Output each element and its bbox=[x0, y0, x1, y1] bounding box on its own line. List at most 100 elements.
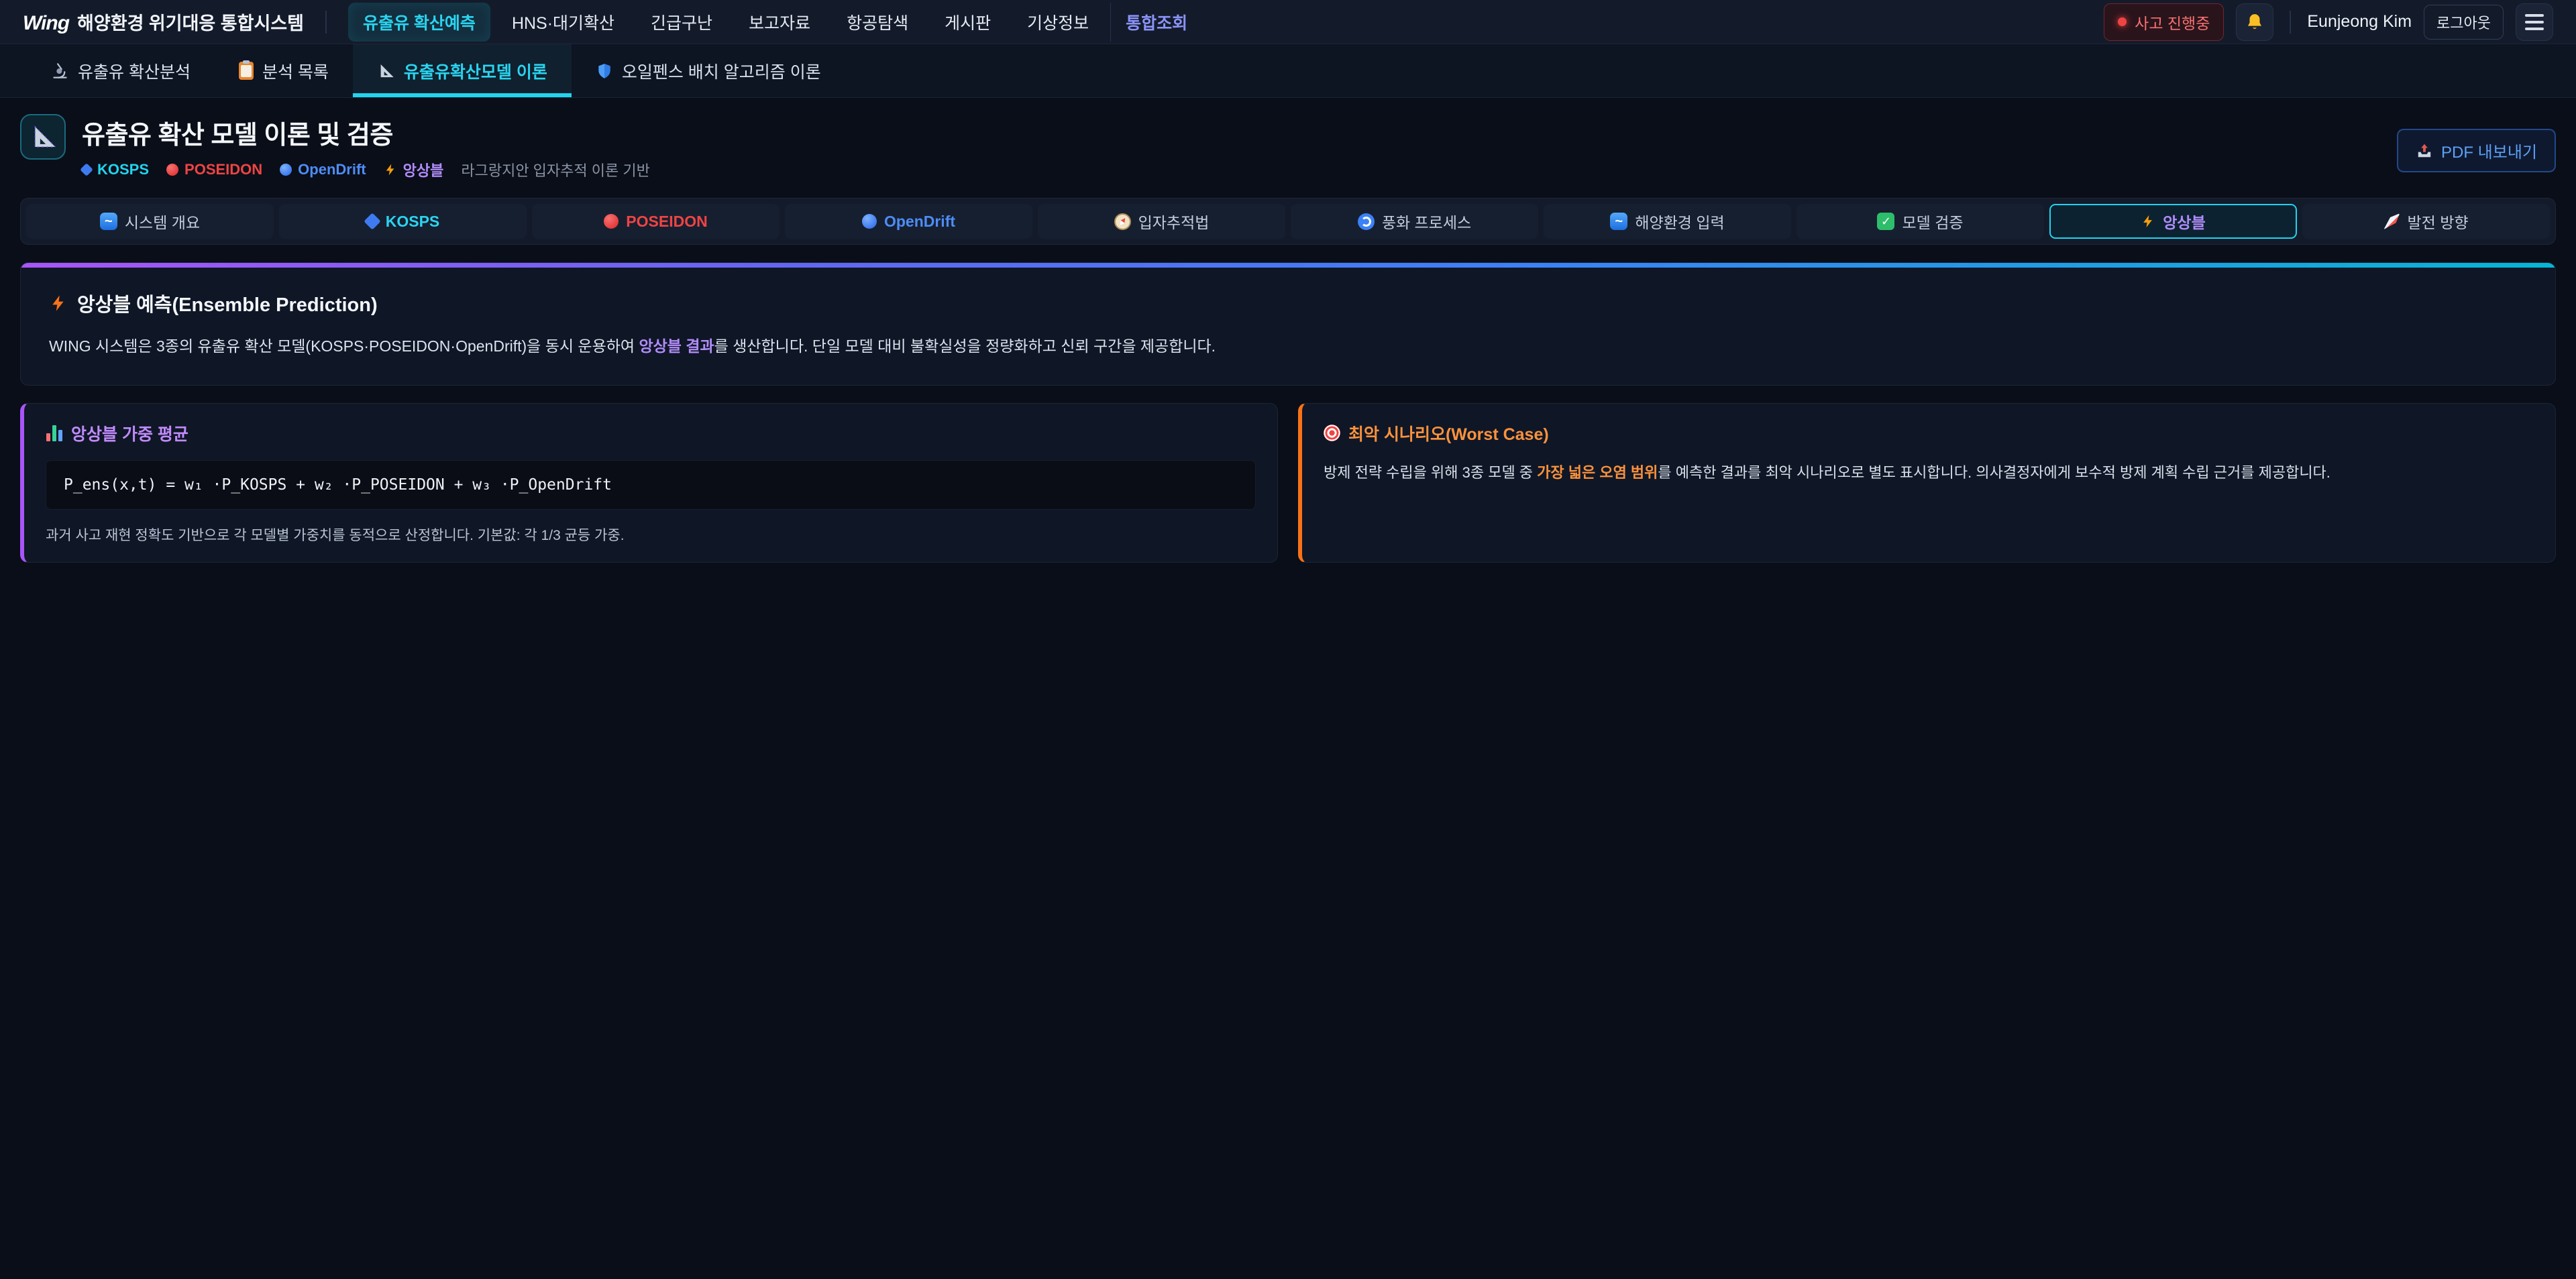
ensemble-prediction-panel: 앙상블 예측(Ensemble Prediction) WING 시스템은 3종… bbox=[20, 262, 2556, 386]
tab-oil-fence-algorithm-theory[interactable]: 오일펜스 배치 알고리즘 이론 bbox=[572, 44, 845, 97]
section-tab-label: POSEIDON bbox=[626, 213, 707, 231]
section-tab-label: KOSPS bbox=[386, 213, 440, 231]
tab-label: 분석 목록 bbox=[262, 59, 329, 83]
divider bbox=[325, 11, 327, 34]
red-circle-icon bbox=[604, 214, 619, 229]
page-subtitle: 라그랑지안 입자추적 이론 기반 bbox=[461, 159, 649, 180]
tab-spill-model-theory[interactable]: 유출유확산모델 이론 bbox=[353, 44, 572, 97]
card-title-text: 최악 시나리오(Worst Case) bbox=[1348, 421, 1549, 445]
main-nav: 유출유 확산예측 HNS·대기확산 긴급구난 보고자료 항공탐색 게시판 기상정… bbox=[348, 3, 1202, 42]
tab-label: 유출유확산모델 이론 bbox=[404, 59, 547, 83]
user-name: Eunjeong Kim bbox=[2307, 12, 2412, 32]
secondary-tab-bar: 유출유 확산분석 분석 목록 유출유확산모델 이론 오일펜스 배치 알고리즘 이… bbox=[0, 44, 2576, 98]
section-tab-label: 발전 방향 bbox=[2407, 210, 2468, 233]
section-tab-label: 앙상블 bbox=[2163, 210, 2205, 233]
tab-label: 오일펜스 배치 알고리즘 이론 bbox=[622, 59, 821, 83]
section-tab-label: 모델 검증 bbox=[1902, 210, 1963, 233]
top-navbar: Wing 해양환경 위기대응 통합시스템 유출유 확산예측 HNS·대기확산 긴… bbox=[0, 0, 2576, 44]
section-tab-model-validation[interactable]: ✓ 모델 검증 bbox=[1796, 204, 2044, 239]
weighted-average-card-title: 앙상블 가중 평균 bbox=[46, 421, 1256, 445]
nav-item-emergency-rescue[interactable]: 긴급구난 bbox=[636, 3, 727, 42]
badge-label: 앙상블 bbox=[403, 159, 444, 180]
section-tab-label: OpenDrift bbox=[884, 213, 955, 231]
ensemble-heading-text: 앙상블 예측(Ensemble Prediction) bbox=[77, 289, 378, 317]
blue-diamond-icon bbox=[80, 163, 93, 176]
blue-circle-icon bbox=[280, 164, 292, 176]
export-tray-icon bbox=[2416, 142, 2433, 160]
divider bbox=[2290, 11, 2291, 34]
triangle-ruler-icon bbox=[377, 62, 395, 80]
worst-case-card-title: 최악 시나리오(Worst Case) bbox=[1324, 421, 2534, 445]
section-tab-opendrift[interactable]: OpenDrift bbox=[785, 204, 1032, 239]
incident-status-dot bbox=[2118, 17, 2127, 26]
section-tab-system-overview[interactable]: ~ 시스템 개요 bbox=[26, 204, 274, 239]
section-tab-weathering-process[interactable]: 풍화 프로세스 bbox=[1291, 204, 1538, 239]
wave-icon: ~ bbox=[1610, 213, 1627, 230]
app-logo: Wing 해양환경 위기대응 통합시스템 bbox=[23, 9, 304, 35]
section-tab-bar: ~ 시스템 개요 KOSPS POSEIDON OpenDrift 입자추적법 … bbox=[20, 198, 2556, 245]
gradient-top-border bbox=[21, 263, 2555, 268]
pdf-export-button[interactable]: PDF 내보내기 bbox=[2397, 129, 2556, 172]
section-tab-poseidon[interactable]: POSEIDON bbox=[532, 204, 780, 239]
highlighted-text: 앙상블 결과 bbox=[639, 337, 714, 355]
nav-item-oil-spill-prediction[interactable]: 유출유 확산예측 bbox=[348, 3, 490, 42]
section-tab-label: 풍화 프로세스 bbox=[1382, 210, 1471, 233]
nav-item-board[interactable]: 게시판 bbox=[930, 3, 1006, 42]
cyclone-icon bbox=[1358, 213, 1375, 230]
pdf-export-label: PDF 내보내기 bbox=[2441, 139, 2537, 162]
section-tab-marine-environment-input[interactable]: ~ 해양환경 입력 bbox=[1544, 204, 1791, 239]
menu-button[interactable] bbox=[2516, 3, 2553, 41]
weighted-average-card: 앙상블 가중 평균 P_ens(x,t) = w₁ ·P_KOSPS + w₂ … bbox=[20, 403, 1278, 563]
notification-bell-button[interactable] bbox=[2236, 3, 2273, 41]
badge-label: POSEIDON bbox=[184, 161, 262, 178]
section-tab-particle-tracking[interactable]: 입자추적법 bbox=[1038, 204, 1285, 239]
tab-oil-spill-analysis[interactable]: 유출유 확산분석 bbox=[27, 44, 215, 97]
tab-analysis-list[interactable]: 분석 목록 bbox=[215, 44, 353, 97]
lightning-bolt-icon bbox=[2141, 214, 2155, 229]
nav-item-weather-info[interactable]: 기상정보 bbox=[1012, 3, 1104, 42]
badge-label: KOSPS bbox=[97, 161, 149, 178]
lightning-bolt-icon bbox=[384, 163, 397, 176]
section-tab-label: 시스템 개요 bbox=[125, 210, 200, 233]
target-icon bbox=[1324, 425, 1340, 441]
nav-item-aerial-search[interactable]: 항공탐색 bbox=[832, 3, 923, 42]
worst-case-description: 방제 전략 수립을 위해 3종 모델 중 가장 넓은 오염 범위를 예측한 결과… bbox=[1324, 461, 2534, 484]
incident-badge-label: 사고 진행중 bbox=[2135, 11, 2210, 34]
page-title: 유출유 확산 모델 이론 및 검증 bbox=[82, 114, 650, 151]
badge-label: OpenDrift bbox=[298, 161, 366, 178]
badge-opendrift: OpenDrift bbox=[280, 161, 366, 178]
section-tab-label: 해양환경 입력 bbox=[1635, 210, 1724, 233]
description-text: 방제 전략 수립을 위해 3종 모델 중 bbox=[1324, 464, 1537, 481]
check-icon: ✓ bbox=[1877, 213, 1894, 230]
ensemble-description: WING 시스템은 3종의 유출유 확산 모델(KOSPS·POSEIDON·O… bbox=[49, 335, 2527, 358]
logout-button[interactable]: 로그아웃 bbox=[2424, 5, 2504, 40]
ensemble-formula: P_ens(x,t) = w₁ ·P_KOSPS + w₂ ·P_POSEIDO… bbox=[46, 460, 1256, 510]
section-tab-ensemble[interactable]: 앙상블 bbox=[2049, 204, 2297, 239]
shield-icon bbox=[596, 62, 613, 80]
compass-icon bbox=[1114, 213, 1131, 230]
section-tab-future-direction[interactable]: 발전 방향 bbox=[2302, 204, 2550, 239]
section-tab-kosps[interactable]: KOSPS bbox=[279, 204, 527, 239]
nav-item-integrated-search[interactable]: 통합조회 bbox=[1110, 3, 1202, 42]
model-badge-row: KOSPS POSEIDON OpenDrift 앙상블 라그랑지안 입자추적 … bbox=[82, 159, 650, 180]
page-title-icon-box bbox=[20, 114, 66, 160]
weighted-average-note: 과거 사고 재현 정확도 기반으로 각 모델별 가중치를 동적으로 산정합니다.… bbox=[46, 524, 1256, 545]
tab-label: 유출유 확산분석 bbox=[78, 59, 191, 83]
triangle-ruler-icon bbox=[30, 123, 56, 150]
page-title-block: 유출유 확산 모델 이론 및 검증 KOSPS POSEIDON OpenDri… bbox=[82, 114, 650, 180]
rocket-icon bbox=[2383, 213, 2400, 229]
wave-icon: ~ bbox=[100, 213, 117, 230]
nav-item-reports[interactable]: 보고자료 bbox=[734, 3, 825, 42]
clipboard-icon bbox=[239, 62, 254, 80]
bar-chart-icon bbox=[46, 425, 63, 441]
highlighted-text: 가장 넓은 오염 범위 bbox=[1537, 464, 1658, 481]
ensemble-heading: 앙상블 예측(Ensemble Prediction) bbox=[49, 289, 2527, 317]
worst-case-card: 최악 시나리오(Worst Case) 방제 전략 수립을 위해 3종 모델 중… bbox=[1298, 403, 2556, 563]
card-title-text: 앙상블 가중 평균 bbox=[71, 421, 189, 445]
incident-in-progress-badge[interactable]: 사고 진행중 bbox=[2104, 3, 2224, 41]
ensemble-cards-row: 앙상블 가중 평균 P_ens(x,t) = w₁ ·P_KOSPS + w₂ … bbox=[20, 403, 2556, 563]
logo-wordmark: Wing bbox=[23, 12, 69, 35]
badge-ensemble: 앙상블 bbox=[384, 159, 444, 180]
description-text: WING 시스템은 3종의 유출유 확산 모델(KOSPS·POSEIDON·O… bbox=[49, 337, 639, 355]
nav-item-hns-atmospheric[interactable]: HNS·대기확산 bbox=[497, 3, 629, 42]
